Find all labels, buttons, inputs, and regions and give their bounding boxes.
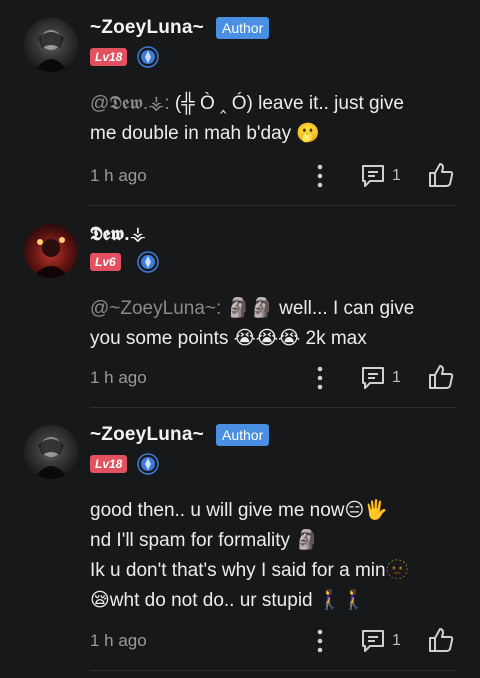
like-button[interactable] bbox=[427, 626, 455, 654]
thumbs-up-icon bbox=[429, 163, 454, 187]
timestamp: 1 h ago bbox=[90, 166, 147, 185]
author-badge: Author bbox=[216, 424, 270, 446]
timestamp: 1 h ago bbox=[90, 368, 147, 387]
comment-bubble-icon bbox=[362, 630, 384, 652]
username[interactable]: ~ZoeyLuna~ bbox=[90, 424, 204, 446]
comment-text: @~ZoeyLuna~: 🗿🗿 well... I can give you s… bbox=[90, 298, 415, 349]
avatar[interactable] bbox=[24, 224, 78, 278]
comment-bubble-icon bbox=[362, 165, 384, 187]
more-vertical-icon bbox=[317, 629, 323, 653]
timestamp: 1 h ago bbox=[90, 631, 147, 650]
avatar[interactable] bbox=[24, 18, 78, 72]
reply-button[interactable]: 1 bbox=[360, 365, 401, 391]
divider bbox=[90, 407, 456, 408]
comment-text: good then.. u will give me now😑🖐 nd I'll… bbox=[90, 500, 410, 611]
divider bbox=[90, 205, 456, 206]
rank-gem-icon bbox=[137, 251, 159, 273]
thumbs-up-icon bbox=[429, 628, 454, 652]
more-options-button[interactable] bbox=[310, 365, 330, 391]
like-button[interactable] bbox=[427, 161, 455, 189]
comment-text: @𝕯𝖊𝖜.⚶: (╬ Ò ‸ Ó) leave it.. just give m… bbox=[90, 93, 404, 144]
author-badge: Author bbox=[216, 17, 270, 39]
more-vertical-icon bbox=[317, 164, 323, 188]
rank-gem-icon bbox=[137, 46, 159, 68]
more-vertical-icon bbox=[317, 366, 323, 390]
level-badge: Lv6 bbox=[90, 253, 121, 271]
reply-count: 1 bbox=[392, 167, 401, 184]
username[interactable]: 𝕯𝖊𝖜.⚶ bbox=[90, 223, 146, 246]
username[interactable]: ~ZoeyLuna~ bbox=[90, 17, 204, 39]
reply-button[interactable]: 1 bbox=[360, 163, 401, 189]
reply-count: 1 bbox=[392, 632, 401, 649]
more-options-button[interactable] bbox=[310, 163, 330, 189]
level-badge: Lv18 bbox=[90, 48, 128, 66]
rank-gem-icon bbox=[137, 453, 159, 475]
thumbs-up-icon bbox=[429, 365, 454, 389]
like-button[interactable] bbox=[427, 363, 455, 391]
reply-button[interactable]: 1 bbox=[360, 628, 401, 654]
mention-link[interactable]: @~ZoeyLuna~: bbox=[90, 298, 221, 319]
more-options-button[interactable] bbox=[310, 628, 330, 654]
level-badge: Lv18 bbox=[90, 455, 128, 473]
comment-bubble-icon bbox=[362, 367, 384, 389]
mention-link[interactable]: @𝕯𝖊𝖜.⚶: bbox=[90, 93, 170, 114]
divider bbox=[90, 670, 456, 671]
reply-count: 1 bbox=[392, 369, 401, 386]
avatar[interactable] bbox=[24, 425, 78, 479]
